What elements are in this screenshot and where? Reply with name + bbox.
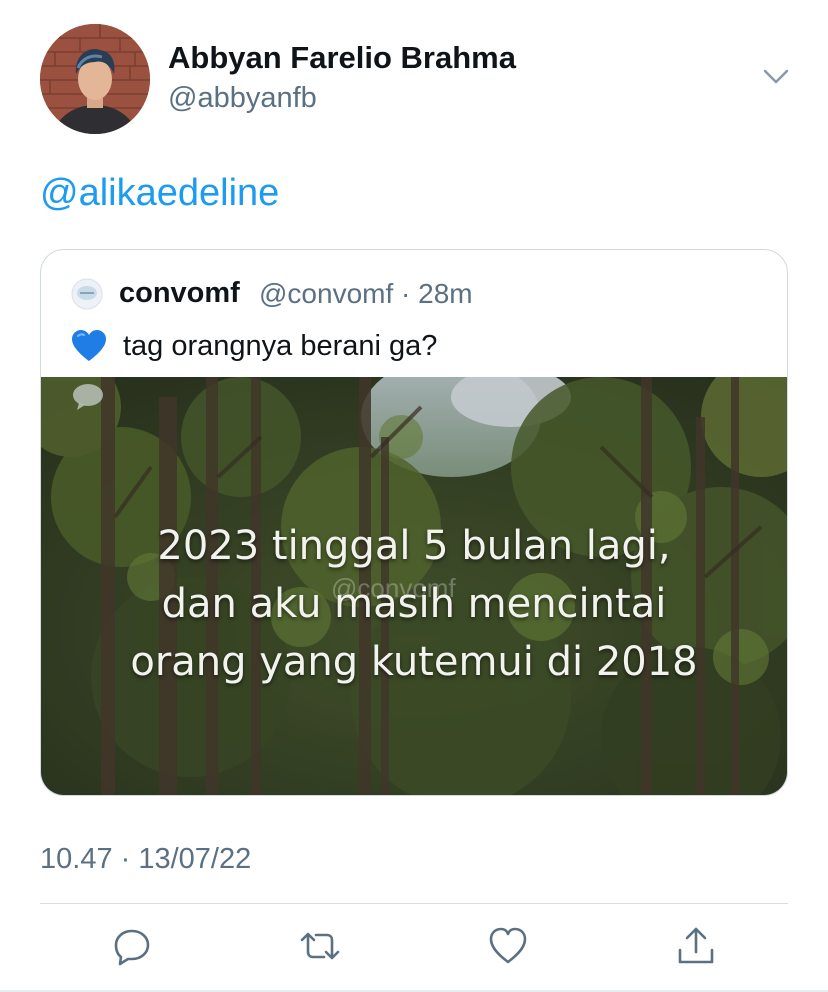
- share-button[interactable]: [674, 924, 718, 968]
- like-button[interactable]: [486, 924, 530, 968]
- chevron-down-icon[interactable]: [760, 64, 792, 88]
- caption-line-1: 2023 tinggal 5 bulan lagi,: [157, 523, 671, 569]
- author-display-name[interactable]: Abbyan Farelio Brahma: [168, 40, 516, 76]
- quoted-tweet-card[interactable]: convomf @convomf · 28m tag orangnya bera…: [40, 249, 788, 796]
- media-caption: 2023 tinggal 5 bulan lagi, dan aku masih…: [41, 517, 787, 691]
- author-handle[interactable]: @abbyanfb: [168, 82, 317, 115]
- reply-icon: [114, 929, 150, 966]
- reply-button[interactable]: [110, 924, 154, 968]
- quoted-tweet-text: tag orangnya berani ga?: [123, 330, 438, 362]
- author-avatar[interactable]: [40, 24, 150, 134]
- retweet-icon: [300, 932, 340, 960]
- divider: [40, 903, 788, 904]
- quoted-media-image[interactable]: @convomf 2023 tinggal 5 bulan lagi, dan …: [41, 377, 787, 795]
- caption-line-3: orang yang kutemui di 2018: [130, 639, 698, 685]
- convomf-avatar-icon: [71, 278, 103, 310]
- heart-icon: [489, 927, 527, 964]
- tweet-timestamp[interactable]: 10.47 · 13/07/22: [40, 843, 251, 876]
- share-icon: [678, 927, 714, 964]
- mention-link[interactable]: @alikaedeline: [40, 172, 279, 215]
- caption-line-2: dan aku masih mencintai: [161, 581, 667, 627]
- watermark-logo-icon: [71, 381, 105, 411]
- quoted-author-meta: @convomf · 28m: [259, 278, 473, 309]
- blue-heart-icon: [71, 329, 107, 363]
- retweet-button[interactable]: [298, 924, 342, 968]
- avatar-photo: [40, 24, 150, 134]
- quoted-author-name: convomf: [119, 277, 240, 309]
